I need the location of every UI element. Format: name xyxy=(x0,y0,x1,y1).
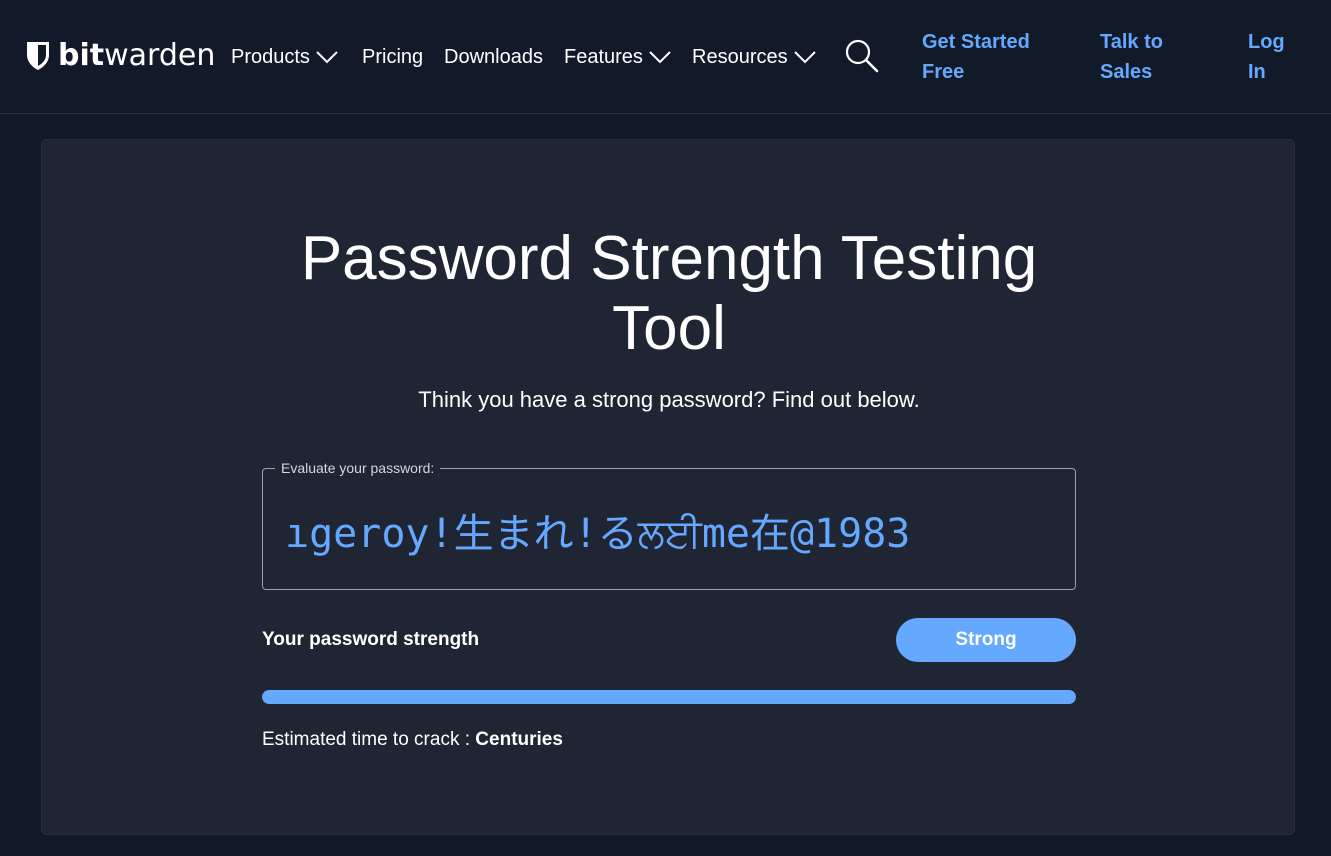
logo-wordmark: bitwarden xyxy=(58,38,216,73)
password-field-label: Evaluate your password: xyxy=(275,460,441,476)
nav-resources[interactable]: Resources xyxy=(692,42,816,72)
password-input[interactable] xyxy=(285,501,1055,559)
nav-products[interactable]: Products xyxy=(231,42,338,72)
crack-value: Centuries xyxy=(475,729,563,750)
nav-products-label: Products xyxy=(231,45,310,68)
talk-line2: Sales xyxy=(1100,61,1153,83)
nav-downloads[interactable]: Downloads xyxy=(444,42,543,72)
nav-downloads-label: Downloads xyxy=(444,45,543,68)
login-line2: In xyxy=(1248,61,1266,83)
strength-meter xyxy=(262,690,1076,704)
nav-features[interactable]: Features xyxy=(564,42,671,72)
talk-line1: Talk to xyxy=(1100,31,1163,53)
password-tool-card: Password Strength Testing Tool Think you… xyxy=(41,139,1295,835)
get-started-free-link[interactable]: Get Started Free xyxy=(922,27,1030,87)
chevron-down-icon xyxy=(316,51,338,64)
get-started-line2: Free xyxy=(922,61,965,83)
page-subtitle: Think you have a strong password? Find o… xyxy=(418,387,920,412)
login-line1: Log xyxy=(1248,31,1285,53)
strength-label: Your password strength xyxy=(262,629,480,650)
page-title: Password Strength Testing Tool xyxy=(42,224,1296,364)
password-field: Evaluate your password: xyxy=(262,460,1076,590)
nav-pricing-label: Pricing xyxy=(362,45,424,68)
nav-features-label: Features xyxy=(564,45,643,68)
shield-icon xyxy=(27,42,49,70)
get-started-line1: Get Started xyxy=(922,31,1030,53)
search-icon xyxy=(845,39,879,73)
nav-resources-label: Resources xyxy=(692,45,788,68)
bitwarden-logo[interactable]: bitwarden xyxy=(26,38,215,74)
talk-to-sales-link[interactable]: Talk to Sales xyxy=(1100,27,1163,87)
chevron-down-icon xyxy=(793,51,816,64)
nav-pricing[interactable]: Pricing xyxy=(362,42,423,72)
crack-label: Estimated time to crack : xyxy=(262,729,476,750)
strength-meter-fill xyxy=(262,690,1076,704)
time-to-crack: Estimated time to crack : Centuries xyxy=(262,728,563,752)
strength-badge: Strong xyxy=(896,618,1076,662)
search-button[interactable] xyxy=(844,38,880,74)
log-in-link[interactable]: Log In xyxy=(1248,27,1285,87)
chevron-down-icon xyxy=(649,51,671,64)
top-nav: bitwarden Products Pricing Downloads Fea… xyxy=(0,0,1331,114)
title-line2: Tool xyxy=(612,294,726,363)
title-line1: Password Strength Testing xyxy=(300,224,1038,293)
